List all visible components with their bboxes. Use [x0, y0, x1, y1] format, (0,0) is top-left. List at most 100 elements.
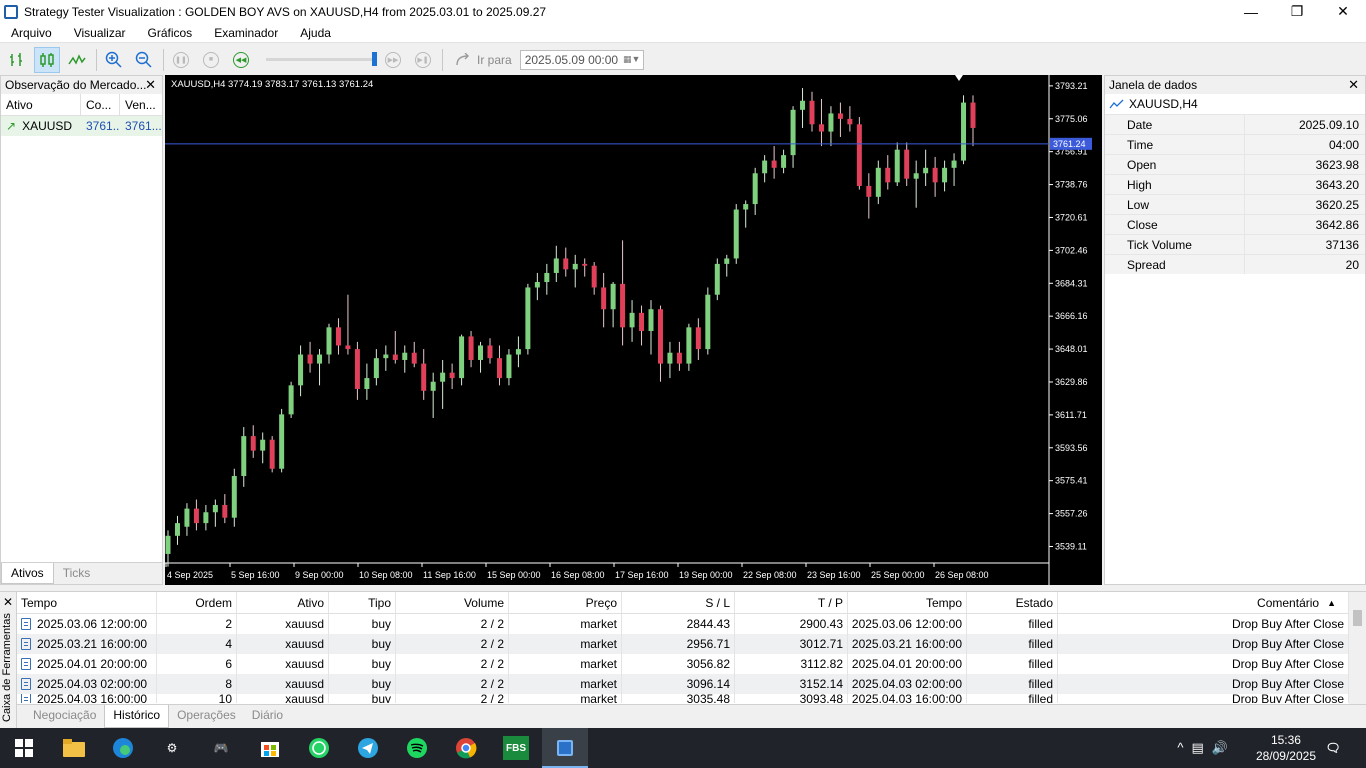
metatrader-active-app[interactable] [542, 728, 588, 768]
menu-arquivo[interactable]: Arquivo [0, 26, 63, 40]
column-ativo[interactable]: Ativo [1, 94, 81, 115]
candle-body[interactable] [800, 100, 806, 110]
history-column-header[interactable]: Ordem [157, 592, 237, 613]
candle-body[interactable] [459, 336, 465, 379]
candle-body[interactable] [317, 354, 323, 364]
candle-body[interactable] [856, 124, 862, 186]
history-column-header[interactable]: Tempo [848, 592, 967, 613]
tab-ticks[interactable]: Ticks [54, 563, 100, 584]
scrollbar-thumb[interactable] [1353, 610, 1362, 626]
candle-body[interactable] [250, 436, 256, 451]
chart-canvas[interactable]: 3793.213775.063756.913738.763720.613702.… [165, 75, 1102, 585]
column-venda[interactable]: Ven... [120, 94, 162, 115]
rewind-button[interactable]: ◀◀ [228, 47, 254, 73]
zoom-out-button[interactable] [131, 47, 157, 73]
calendar-dropdown-icon[interactable]: ▦▼ [621, 54, 643, 65]
candle-body[interactable] [373, 358, 379, 379]
candle-body[interactable] [733, 209, 739, 259]
market-watch-row[interactable]: ↗ XAUUSD 3761... 3761... [1, 116, 162, 136]
history-column-header[interactable]: T / P [735, 592, 848, 613]
fast-forward-button[interactable]: ▶▶ [380, 47, 406, 73]
candle-body[interactable] [639, 312, 645, 331]
close-icon[interactable]: ✕ [1348, 77, 1359, 93]
telegram-icon[interactable] [356, 736, 380, 760]
taskbar-clock[interactable]: 15:36 28/09/2025 [1256, 732, 1316, 764]
candle-body[interactable] [260, 439, 266, 451]
candle-body[interactable] [828, 113, 834, 132]
stop-button[interactable]: ■ [198, 47, 224, 73]
candle-body[interactable] [193, 508, 199, 524]
candle-body[interactable] [781, 155, 787, 168]
candle-body[interactable] [383, 354, 389, 359]
candle-body[interactable] [951, 160, 957, 168]
whatsapp-icon[interactable] [307, 736, 331, 760]
candle-body[interactable] [184, 508, 190, 527]
candle-body[interactable] [440, 372, 446, 382]
pause-button[interactable]: ❚❚ [168, 47, 194, 73]
minimize-button[interactable]: — [1228, 0, 1274, 23]
candle-body[interactable] [790, 109, 796, 156]
candle-body[interactable] [724, 258, 730, 264]
candle-body[interactable] [222, 504, 228, 518]
speed-slider[interactable] [266, 52, 377, 66]
history-column-header[interactable]: Tempo [17, 592, 157, 613]
candle-body[interactable] [402, 352, 408, 360]
candle-body[interactable] [667, 352, 673, 364]
candle-body[interactable] [847, 118, 853, 125]
close-button[interactable]: ✕ [1320, 0, 1366, 23]
settings-gear-icon[interactable]: ⚙ [160, 736, 184, 760]
candle-body[interactable] [923, 167, 929, 174]
candle-body[interactable] [932, 167, 938, 183]
line-chart-button[interactable] [64, 47, 90, 73]
candle-body[interactable] [354, 349, 360, 389]
history-row[interactable]: 2025.04.03 02:00:00 8 xauusd buy 2 / 2 market… [17, 674, 1349, 694]
candle-body[interactable] [392, 354, 398, 360]
edge-browser-icon[interactable] [111, 736, 135, 760]
history-column-header[interactable]: Ativo [237, 592, 329, 613]
candle-body[interactable] [970, 102, 976, 128]
candle-body[interactable] [818, 124, 824, 132]
candle-body[interactable] [582, 263, 588, 266]
candle-body[interactable] [468, 336, 474, 360]
candle-body[interactable] [705, 294, 711, 350]
candle-body[interactable] [307, 354, 313, 364]
fbs-app-icon[interactable]: FBS [503, 736, 529, 760]
candle-body[interactable] [809, 100, 815, 125]
history-row[interactable]: 2025.04.01 20:00:00 6 xauusd buy 2 / 2 market… [17, 654, 1349, 674]
skip-end-button[interactable]: ▶❚ [410, 47, 436, 73]
windows-start-icon[interactable] [12, 736, 36, 760]
menu-graficos[interactable]: Gráficos [137, 26, 204, 40]
column-compra[interactable]: Co... [81, 94, 120, 115]
candle-body[interactable] [752, 173, 758, 205]
history-column-header[interactable]: Tipo [329, 592, 396, 613]
candle-body[interactable] [913, 173, 919, 179]
candle-body[interactable] [279, 414, 285, 469]
history-column-header[interactable]: Preço [509, 592, 622, 613]
candle-body[interactable] [648, 309, 654, 331]
tab-ativos[interactable]: Ativos [1, 563, 54, 584]
candle-body[interactable] [487, 345, 493, 359]
candle-body[interactable] [544, 272, 550, 283]
chevron-up-icon[interactable]: ^ [1177, 740, 1191, 755]
history-scrollbar[interactable] [1349, 592, 1366, 704]
candle-body[interactable] [610, 283, 616, 310]
candle-body[interactable] [743, 204, 749, 210]
candle-body[interactable] [241, 436, 247, 476]
chrome-icon[interactable] [454, 736, 478, 760]
goto-date-input[interactable]: 2025.05.09 00:00 ▦▼ [519, 49, 644, 70]
speed-slider-thumb[interactable] [371, 52, 377, 66]
gamepad-icon[interactable]: 🎮 [209, 736, 233, 760]
menu-examinador[interactable]: Examinador [203, 26, 289, 40]
system-tray[interactable]: ^▤🔊 [1177, 740, 1236, 756]
menu-ajuda[interactable]: Ajuda [289, 26, 342, 40]
candle-body[interactable] [288, 385, 294, 415]
candle-body[interactable] [572, 263, 578, 270]
candle-body[interactable] [620, 283, 626, 328]
close-icon[interactable]: ✕ [145, 77, 156, 93]
candle-body[interactable] [231, 475, 237, 518]
spotify-icon[interactable] [405, 736, 429, 760]
candle-body[interactable] [961, 102, 967, 161]
candle-body[interactable] [430, 381, 436, 391]
close-icon[interactable]: ✕ [3, 595, 13, 609]
tab-negociacao[interactable]: Negociação [25, 705, 104, 728]
